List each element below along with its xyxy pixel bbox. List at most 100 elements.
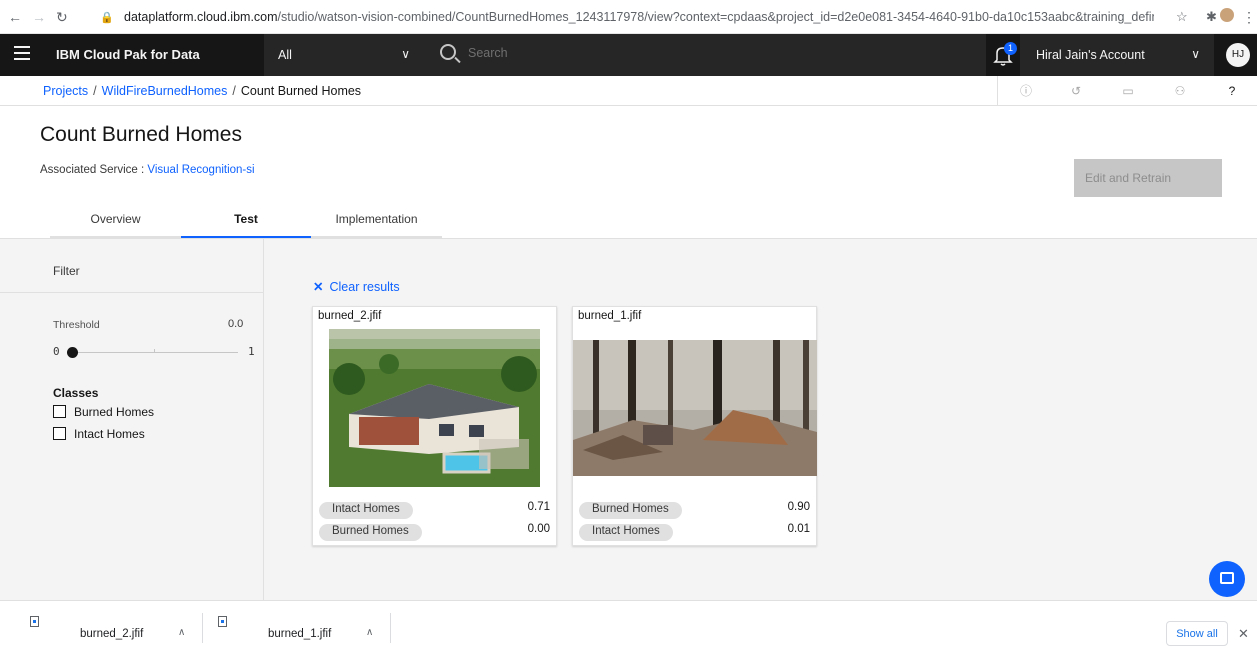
- back-arrow-icon[interactable]: ←: [8, 9, 22, 25]
- file-icon: [218, 616, 227, 627]
- result-filename: burned_1.jfif: [578, 310, 642, 322]
- divider: [390, 613, 391, 643]
- show-all-downloads-button[interactable]: Show all: [1166, 621, 1228, 646]
- avatar[interactable]: HJ: [1226, 43, 1250, 67]
- notification-badge: 1: [1004, 42, 1017, 55]
- breadcrumb-separator: /: [232, 84, 236, 98]
- breadcrumb-separator: /: [93, 84, 97, 98]
- chevron-down-icon: ∨: [1191, 47, 1200, 61]
- tab-overview[interactable]: Overview: [50, 206, 181, 238]
- address-bar[interactable]: dataplatform.cloud.ibm.com/studio/watson…: [124, 10, 1154, 24]
- clear-results-link[interactable]: ✕ Clear results: [313, 279, 400, 294]
- chevron-up-icon[interactable]: ∧: [366, 627, 373, 638]
- edit-and-retrain-button[interactable]: Edit and Retrain: [1074, 159, 1222, 197]
- comment-icon[interactable]: ▭: [1120, 83, 1136, 99]
- class-checkbox-burned-homes[interactable]: Burned Homes: [53, 405, 154, 419]
- classes-title: Classes: [53, 386, 99, 400]
- extensions-icon[interactable]: ✱: [1206, 9, 1217, 25]
- chat-icon: [1220, 572, 1234, 584]
- search-icon: [440, 44, 456, 60]
- filter-divider: [0, 292, 263, 293]
- page-title: Count Burned Homes: [40, 123, 242, 146]
- result-image-burned-house: [573, 340, 817, 476]
- class-score: 0.71: [527, 501, 550, 513]
- breadcrumb-bar: Projects / WildFireBurnedHomes / Count Burne…: [0, 76, 1257, 106]
- filter-panel: Filter Threshold 0.0 0 1 Classes Burned …: [0, 239, 264, 601]
- account-name: Hiral Jain's Account: [1036, 48, 1145, 62]
- search-scope-dropdown[interactable]: All ∨: [264, 34, 424, 76]
- result-card: burned_1.jfif Burned Homes 0.90 Intact H…: [572, 306, 817, 546]
- class-label: Intact Homes: [74, 427, 145, 441]
- download-item[interactable]: burned_1.jfif ∧: [218, 601, 388, 647]
- search-scope-value: All: [278, 48, 292, 62]
- divider: [202, 613, 203, 643]
- bookmark-star-icon[interactable]: ☆: [1176, 9, 1188, 25]
- threshold-value: 0.0: [228, 318, 244, 330]
- profile-icon[interactable]: [1220, 8, 1234, 22]
- tab-list: Overview Test Implementation: [50, 206, 442, 238]
- checkbox[interactable]: [53, 427, 66, 440]
- collaborators-icon[interactable]: ⚇: [1172, 83, 1188, 99]
- url-host: dataplatform.cloud.ibm.com: [124, 10, 278, 24]
- result-image-intact-house: [329, 329, 540, 487]
- class-label: Burned Homes: [74, 405, 155, 419]
- app-header: IBM Cloud Pak for Data All ∨ 1 Hiral Jai…: [0, 34, 1257, 76]
- burned-house-photo: [573, 340, 817, 476]
- associated-service-link[interactable]: Visual Recognition-si: [147, 164, 254, 176]
- close-icon[interactable]: ✕: [1238, 626, 1249, 642]
- bell-icon: [993, 47, 1013, 66]
- slider-tick: [154, 349, 155, 352]
- file-icon: [30, 616, 39, 627]
- threshold-slider-track[interactable]: [70, 352, 238, 353]
- class-tag: Intact Homes: [579, 524, 673, 541]
- close-icon: ✕: [313, 280, 324, 294]
- class-score: 0.00: [527, 523, 550, 535]
- class-tag: Intact Homes: [319, 502, 413, 519]
- download-shelf: burned_2.jfif ∧ burned_1.jfif ∧: [0, 600, 1257, 646]
- url-path: /studio/watson-vision-combined/CountBurn…: [277, 10, 1154, 24]
- chevron-down-icon: ∨: [401, 47, 410, 61]
- test-content: Filter Threshold 0.0 0 1 Classes Burned …: [0, 238, 1257, 601]
- tab-implementation[interactable]: Implementation: [311, 206, 442, 238]
- chat-button[interactable]: [1209, 561, 1245, 597]
- help-icon[interactable]: ?: [1224, 83, 1240, 99]
- breadcrumb: Projects / WildFireBurnedHomes / Count Burne…: [43, 84, 361, 98]
- lock-icon[interactable]: 🔒: [100, 11, 114, 24]
- browser-toolbar: ← → ↻ 🔒 dataplatform.cloud.ibm.com/studi…: [0, 0, 1257, 34]
- tab-test[interactable]: Test: [181, 206, 311, 238]
- class-tag: Burned Homes: [579, 502, 682, 519]
- associated-service: Associated Service : Visual Recognition-…: [40, 164, 255, 176]
- filter-title: Filter: [53, 264, 80, 278]
- checkbox[interactable]: [53, 405, 66, 418]
- notifications-button[interactable]: 1: [986, 34, 1020, 76]
- slider-max-label: 1: [248, 345, 255, 358]
- history-icon[interactable]: ↺: [1068, 83, 1084, 99]
- breadcrumb-project[interactable]: WildFireBurnedHomes: [102, 84, 228, 98]
- result-filename: burned_2.jfif: [318, 310, 382, 322]
- threshold-slider-handle[interactable]: [67, 347, 78, 358]
- search-box[interactable]: [424, 34, 986, 76]
- house-photo: [329, 329, 540, 487]
- class-checkbox-intact-homes[interactable]: Intact Homes: [53, 427, 145, 441]
- result-card: burned_2.jfif Intact Homes 0.71 Burned H…: [312, 306, 557, 546]
- download-filename: burned_1.jfif: [268, 628, 332, 640]
- forward-arrow-icon[interactable]: →: [32, 9, 46, 25]
- threshold-label: Threshold: [53, 319, 100, 331]
- reload-icon[interactable]: ↻: [56, 9, 68, 26]
- download-filename: burned_2.jfif: [80, 628, 144, 640]
- brand-name[interactable]: IBM Cloud Pak for Data: [56, 47, 200, 62]
- class-score: 0.01: [787, 523, 810, 535]
- chevron-up-icon[interactable]: ∧: [178, 627, 185, 638]
- search-input[interactable]: [468, 46, 868, 60]
- info-icon[interactable]: ⓘ: [1018, 83, 1034, 99]
- slider-min-label: 0: [53, 345, 60, 358]
- browser-menu-icon[interactable]: ⋮: [1242, 9, 1256, 26]
- class-tag: Burned Homes: [319, 524, 422, 541]
- associated-service-label: Associated Service :: [40, 164, 148, 176]
- download-item[interactable]: burned_2.jfif ∧: [30, 601, 200, 647]
- clear-results-label: Clear results: [329, 280, 400, 294]
- account-switcher[interactable]: Hiral Jain's Account ∨: [1020, 34, 1214, 76]
- breadcrumb-projects[interactable]: Projects: [43, 84, 88, 98]
- hamburger-menu-icon[interactable]: [14, 46, 30, 60]
- toolbar-divider: [997, 76, 998, 106]
